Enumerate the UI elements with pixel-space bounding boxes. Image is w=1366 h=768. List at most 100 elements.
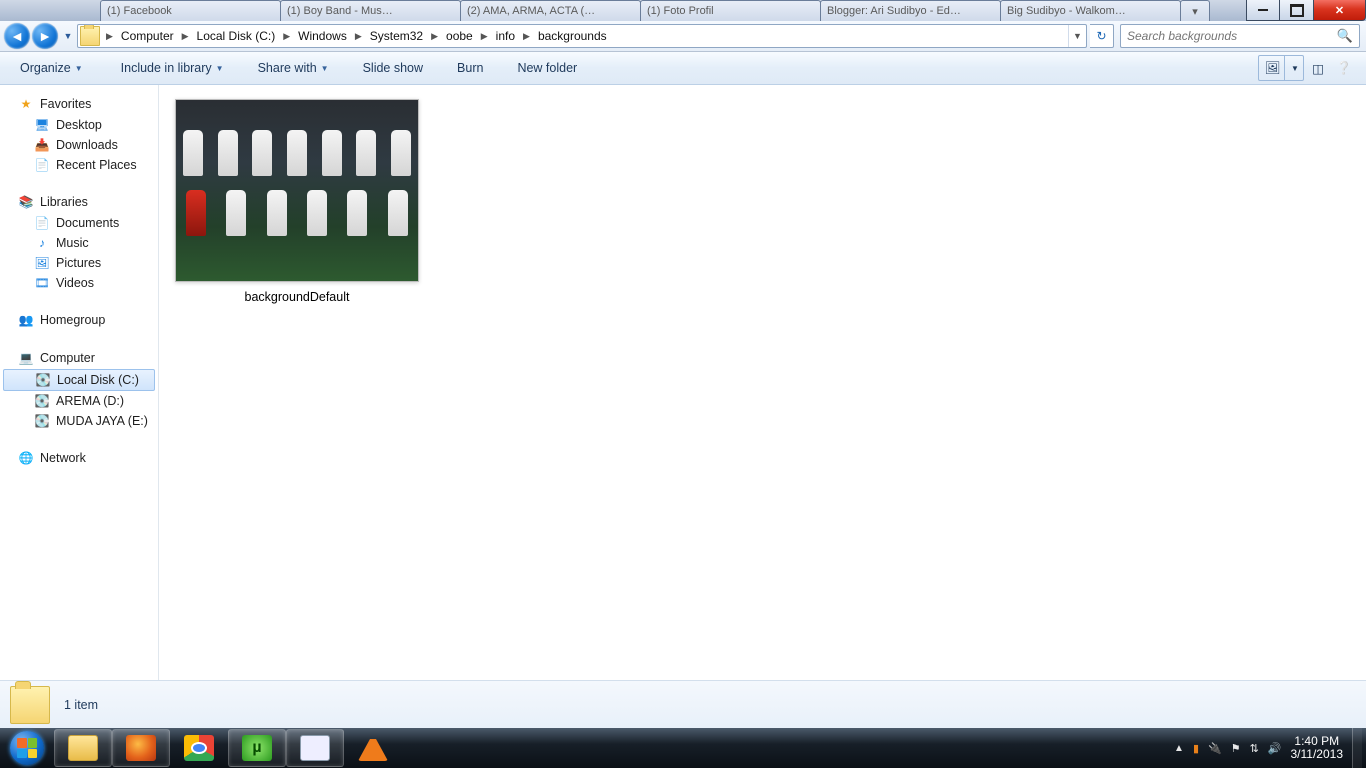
sidebar-item-local-disk-c[interactable]: 💽Local Disk (C:) — [3, 369, 155, 391]
file-list-pane[interactable]: backgroundDefault — [159, 85, 1366, 700]
folder-icon — [10, 686, 50, 724]
search-icon[interactable]: 🔍 — [1337, 28, 1353, 44]
taskbar-explorer[interactable] — [54, 729, 112, 767]
clock-date: 3/11/2013 — [1291, 748, 1344, 761]
navigation-pane: ★Favorites 🖥Desktop 📥Downloads 📄Recent P… — [0, 85, 159, 700]
downloads-icon: 📥 — [34, 137, 50, 153]
taskbar-chrome[interactable] — [170, 729, 228, 767]
show-desktop-button[interactable] — [1352, 728, 1362, 768]
breadcrumb[interactable]: Windows — [292, 25, 353, 47]
browser-tab-overflow[interactable]: ▾ — [1180, 0, 1210, 21]
breadcrumb[interactable]: info — [490, 25, 521, 47]
browser-tab[interactable]: (1) Foto Profil — [640, 0, 821, 21]
change-view-dropdown[interactable]: ▼ — [1287, 56, 1303, 80]
chevron-down-icon: ▼ — [321, 64, 329, 73]
share-with-button[interactable]: Share with▼ — [248, 57, 339, 79]
homegroup-icon: 👥 — [18, 312, 34, 328]
taskbar-utorrent[interactable]: µ — [228, 729, 286, 767]
explorer-toolbar: Organize▼ Include in library▼ Share with… — [0, 52, 1366, 85]
computer-header[interactable]: 💻Computer — [0, 347, 158, 369]
nav-history-dropdown[interactable]: ▼ — [62, 24, 74, 48]
recent-icon: 📄 — [34, 157, 50, 173]
window-minimize-button[interactable] — [1246, 0, 1280, 21]
window-maximize-button[interactable] — [1280, 0, 1314, 21]
nav-back-button[interactable]: ◄ — [4, 23, 30, 49]
volume-icon[interactable]: 🔊 — [1268, 742, 1282, 755]
breadcrumb[interactable]: backgrounds — [532, 25, 613, 47]
sidebar-item-pictures[interactable]: 🖼Pictures — [0, 253, 158, 273]
breadcrumb[interactable]: oobe — [440, 25, 479, 47]
favorites-header[interactable]: ★Favorites — [0, 93, 158, 115]
organize-button[interactable]: Organize▼ — [10, 57, 93, 79]
sidebar-item-downloads[interactable]: 📥Downloads — [0, 135, 158, 155]
file-thumbnail — [175, 99, 419, 282]
chevron-right-icon[interactable]: ▶ — [353, 31, 364, 42]
chevron-right-icon[interactable]: ▶ — [479, 31, 490, 42]
taskbar-vlc[interactable] — [344, 729, 402, 767]
chevron-down-icon: ▼ — [75, 64, 83, 73]
chevron-right-icon[interactable]: ▶ — [429, 31, 440, 42]
chevron-right-icon[interactable]: ▶ — [281, 31, 292, 42]
browser-tab[interactable]: (1) Boy Band - Mus… — [280, 0, 461, 21]
vlc-icon — [358, 735, 388, 761]
disk-icon: 💽 — [34, 393, 50, 409]
folder-icon — [80, 26, 100, 46]
chevron-right-icon[interactable]: ▶ — [521, 31, 532, 42]
utorrent-icon: µ — [242, 735, 272, 761]
sidebar-item-documents[interactable]: 📄Documents — [0, 213, 158, 233]
network-header[interactable]: 🌐Network — [0, 447, 158, 469]
disk-icon: 💽 — [35, 372, 51, 388]
chevron-right-icon[interactable]: ▶ — [180, 31, 191, 42]
browser-tab-strip: (1) Facebook (1) Boy Band - Mus… (2) AMA… — [0, 0, 1366, 21]
file-item[interactable]: backgroundDefault — [175, 99, 419, 304]
search-box[interactable]: 🔍 — [1120, 24, 1360, 48]
chevron-down-icon: ▼ — [216, 64, 224, 73]
browser-tab[interactable]: (2) AMA, ARMA, ACTA (… — [460, 0, 641, 21]
preview-pane-button[interactable]: ◫ — [1306, 56, 1330, 80]
refresh-button[interactable]: ↻ — [1090, 24, 1114, 48]
taskbar-notepad[interactable] — [286, 729, 344, 767]
include-in-library-button[interactable]: Include in library▼ — [111, 57, 234, 79]
explorer-icon — [68, 735, 98, 761]
breadcrumb[interactable]: Local Disk (C:) — [191, 25, 282, 47]
sidebar-item-desktop[interactable]: 🖥Desktop — [0, 115, 158, 135]
address-dropdown[interactable]: ▼ — [1068, 25, 1086, 47]
browser-tab[interactable]: Big Sudibyo - Walkom… — [1000, 0, 1181, 21]
libraries-header[interactable]: 📚Libraries — [0, 191, 158, 213]
firefox-icon — [126, 735, 156, 761]
help-button[interactable]: ❔ — [1332, 56, 1356, 80]
sidebar-item-drive-d[interactable]: 💽AREMA (D:) — [0, 391, 158, 411]
chevron-right-icon[interactable]: ▶ — [104, 31, 115, 42]
sidebar-item-recent[interactable]: 📄Recent Places — [0, 155, 158, 175]
libraries-icon: 📚 — [18, 194, 34, 210]
sidebar-item-videos[interactable]: 🎞Videos — [0, 273, 158, 293]
action-center-icon[interactable]: ⚑ — [1231, 742, 1241, 755]
change-view-button[interactable]: 🖼 — [1261, 56, 1285, 80]
breadcrumb[interactable]: System32 — [364, 25, 429, 47]
browser-tab[interactable]: (1) Facebook — [100, 0, 281, 21]
breadcrumb[interactable]: Computer — [115, 25, 180, 47]
tray-overflow-button[interactable]: ▲ — [1174, 743, 1184, 754]
taskbar-firefox[interactable] — [112, 729, 170, 767]
disk-icon: 💽 — [34, 413, 50, 429]
network-tray-icon[interactable]: ⇅ — [1250, 742, 1259, 755]
battery-icon[interactable]: ▮ — [1193, 742, 1199, 755]
browser-tab[interactable]: Blogger: Ari Sudibyo - Ed… — [820, 0, 1001, 21]
explorer-navbar: ◄ ► ▼ ▶ Computer ▶ Local Disk (C:) ▶ Win… — [0, 21, 1366, 52]
window-close-button[interactable] — [1314, 0, 1366, 21]
sidebar-item-drive-e[interactable]: 💽MUDA JAYA (E:) — [0, 411, 158, 431]
sidebar-item-music[interactable]: ♪Music — [0, 233, 158, 253]
pictures-icon: 🖼 — [34, 255, 50, 271]
homegroup-header[interactable]: 👥Homegroup — [0, 309, 158, 331]
new-folder-button[interactable]: New folder — [507, 57, 587, 79]
start-button[interactable] — [0, 728, 54, 768]
address-bar[interactable]: ▶ Computer ▶ Local Disk (C:) ▶ Windows ▶… — [77, 24, 1087, 48]
taskbar-clock[interactable]: 1:40 PM 3/11/2013 — [1291, 735, 1344, 761]
videos-icon: 🎞 — [34, 275, 50, 291]
slideshow-button[interactable]: Slide show — [353, 57, 433, 79]
burn-button[interactable]: Burn — [447, 57, 493, 79]
music-icon: ♪ — [34, 235, 50, 251]
nav-forward-button[interactable]: ► — [32, 23, 58, 49]
power-icon[interactable]: 🔌 — [1208, 742, 1222, 755]
search-input[interactable] — [1127, 29, 1337, 43]
